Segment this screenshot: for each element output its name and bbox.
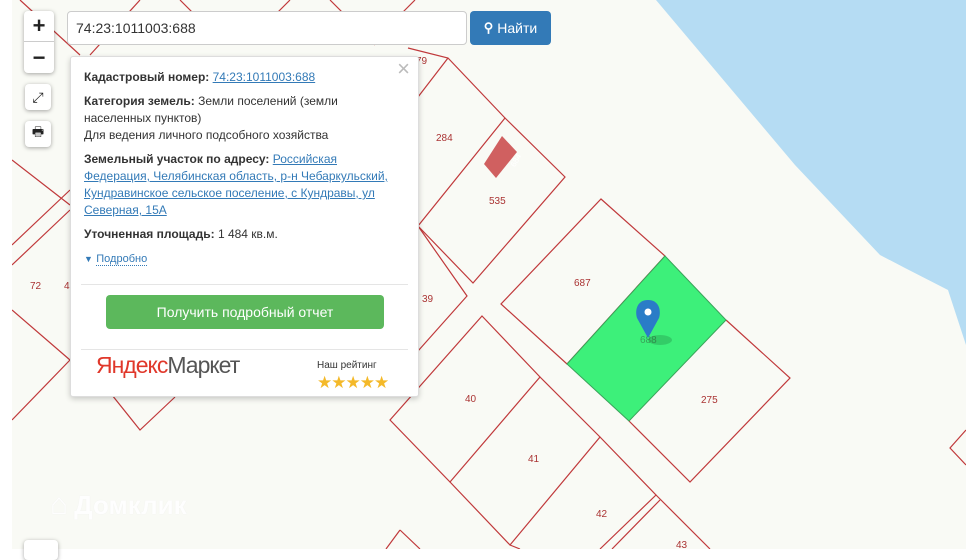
caret-down-icon: ▼ xyxy=(84,254,93,264)
close-icon[interactable]: × xyxy=(397,58,410,80)
svg-text:687: 687 xyxy=(574,278,591,289)
divider xyxy=(81,349,408,350)
rating-label: Наш рейтинг xyxy=(317,360,377,371)
svg-text:39: 39 xyxy=(422,294,434,305)
divider xyxy=(81,284,408,285)
zoom-out-button[interactable]: − xyxy=(24,42,54,73)
domclick-logo-icon: ⌂ xyxy=(50,488,69,521)
print-button[interactable]: 🖶 xyxy=(25,121,51,147)
svg-text:40: 40 xyxy=(465,394,477,405)
search-button[interactable]: ⚲ Найти xyxy=(470,11,551,45)
usage-value: Для ведения личного подсобного хозяйства xyxy=(84,128,329,142)
water-area xyxy=(656,0,966,345)
area-value: 1 484 кв.м. xyxy=(217,227,278,241)
domclick-watermark: ⌂ Домклик xyxy=(50,488,187,521)
details-link[interactable]: Подробно xyxy=(96,253,148,266)
category-label: Категория земель: xyxy=(84,94,195,108)
zoom-in-button[interactable]: + xyxy=(24,11,54,42)
get-report-button[interactable]: Получить подробный отчет xyxy=(106,295,384,329)
svg-text:284: 284 xyxy=(436,133,453,144)
yandex-market-logo[interactable]: ЯндексМаркет xyxy=(96,354,240,377)
area-label: Уточненная площадь: xyxy=(84,227,215,241)
cadastral-search-input[interactable] xyxy=(67,11,467,45)
svg-text:42: 42 xyxy=(596,509,608,520)
svg-text:275: 275 xyxy=(701,395,718,406)
zoom-controls: + − xyxy=(24,11,54,73)
rating-stars: ★★★★★ xyxy=(317,373,389,392)
cadastral-number-link[interactable]: 74:23:1011003:688 xyxy=(213,70,316,84)
print-icon: 🖶 xyxy=(31,124,45,139)
cadastral-label: Кадастровый номер: xyxy=(84,70,210,84)
svg-text:72: 72 xyxy=(30,281,42,292)
rating-block: Наш рейтинг ★★★★★ xyxy=(317,357,389,392)
search-icon: ⚲ xyxy=(483,20,494,35)
map-control-button[interactable] xyxy=(24,540,58,560)
svg-text:43: 43 xyxy=(676,540,688,549)
search-button-label: Найти xyxy=(497,20,538,36)
svg-text:535: 535 xyxy=(489,196,506,207)
fullscreen-button[interactable]: ⤢ xyxy=(25,84,51,110)
address-label: Земельный участок по адресу: xyxy=(84,152,270,166)
svg-text:41: 41 xyxy=(528,454,540,465)
parcel-info-popup: × Кадастровый номер: 74:23:1011003:688 К… xyxy=(70,56,419,397)
expand-icon: ⤢ xyxy=(32,88,44,105)
